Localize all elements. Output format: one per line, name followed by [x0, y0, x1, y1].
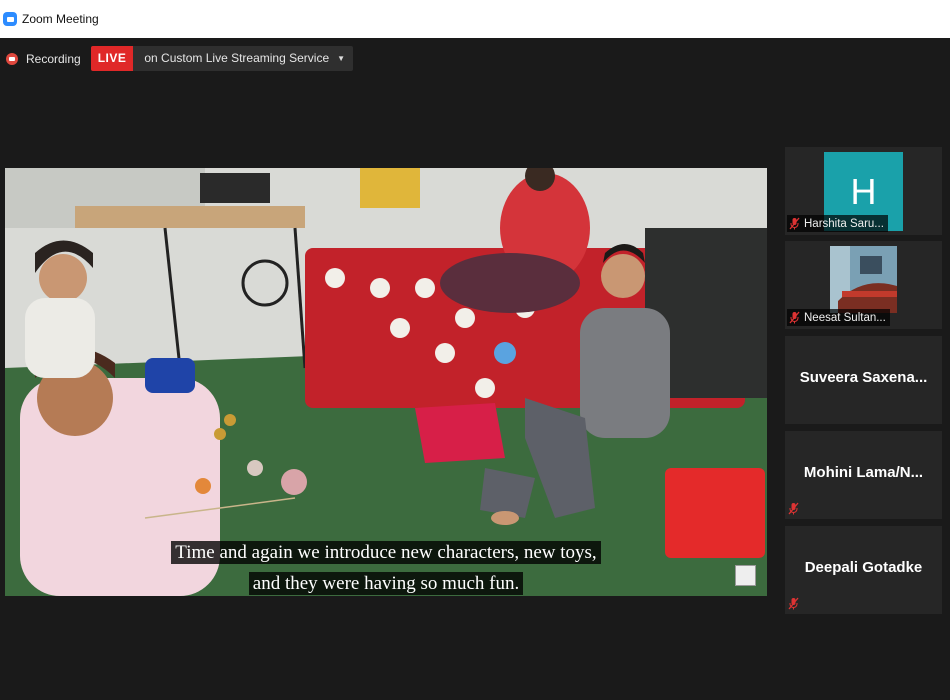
participant-tile-neesat[interactable]: Neesat Sultan... [785, 241, 942, 329]
caption-line-1: Time and again we introduce new characte… [171, 541, 601, 564]
record-icon [6, 52, 18, 65]
live-badge: LIVE [90, 46, 134, 71]
recording-bar: Recording LIVE on Custom Live Streaming … [6, 46, 354, 71]
participant-name-tag: Harshita Saru... [787, 215, 888, 232]
participant-name: Deepali Gotadke [804, 559, 923, 576]
participant-name: Mohini Lama/N... [803, 464, 924, 481]
participant-tile-harshita[interactable]: H Harshita Saru... [785, 147, 942, 235]
participant-name: Harshita Saru... [804, 217, 884, 230]
caption-line-2: and they were having so much fun. [248, 572, 524, 595]
shared-video: Time and again we introduce new characte… [5, 168, 767, 596]
participant-tile-mohini[interactable]: Mohini Lama/N... [785, 431, 942, 519]
stream-service-label: on Custom Live Streaming Service [144, 51, 330, 65]
zoom-camera-icon [3, 12, 17, 26]
participant-tile-suveera[interactable]: Suveera Saxena... [785, 336, 942, 424]
live-stream-dropdown[interactable]: on Custom Live Streaming Service ▼ [133, 46, 354, 71]
channel-logo [735, 565, 756, 586]
video-frame-image [5, 168, 767, 596]
participant-name-tag: Neesat Sultan... [787, 309, 890, 326]
mic-muted-icon [789, 311, 800, 324]
window-title: Zoom Meeting [22, 12, 99, 26]
recording-label: Recording [26, 51, 81, 66]
title-bar: Zoom Meeting [0, 0, 950, 38]
participant-name: Suveera Saxena... [799, 369, 928, 386]
mic-muted-icon [789, 217, 800, 230]
meeting-area: Recording LIVE on Custom Live Streaming … [0, 38, 950, 700]
mic-muted-icon [788, 502, 799, 515]
participant-name: Neesat Sultan... [804, 311, 886, 324]
participant-tile-deepali[interactable]: Deepali Gotadke [785, 526, 942, 614]
avatar [830, 246, 897, 313]
mic-muted-icon [788, 597, 799, 610]
video-caption: Time and again we introduce new characte… [5, 537, 767, 596]
avatar-photo-image [830, 246, 897, 313]
caret-down-icon: ▼ [337, 54, 346, 63]
